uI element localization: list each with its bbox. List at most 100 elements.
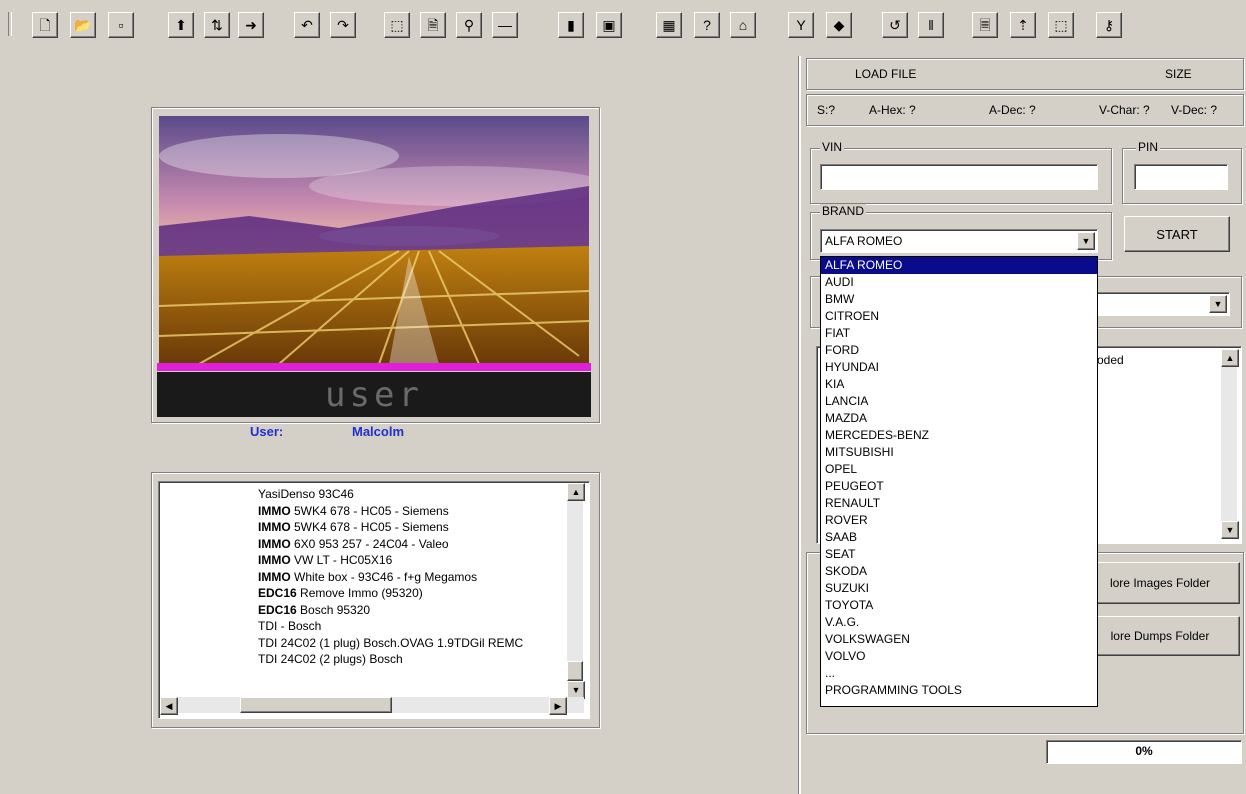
page-button[interactable]: 🗎	[420, 12, 446, 38]
page-icon: 🗎	[427, 17, 439, 33]
disabled-1-button[interactable]: ▫	[108, 12, 134, 38]
marquee-button[interactable]: ⬚	[1048, 12, 1074, 38]
brand-option[interactable]: AUDI	[821, 274, 1097, 291]
list-item[interactable]: YasiDenso 93C46	[258, 486, 564, 503]
brand-option[interactable]: OPEL	[821, 461, 1097, 478]
brand-option[interactable]: ALFA ROMEO	[821, 257, 1097, 274]
transfer-button[interactable]: ⇅	[204, 12, 230, 38]
a-dec-label: A-Dec: ?	[989, 103, 1036, 117]
log-vscrollbar[interactable]: ▲ ▼	[1221, 349, 1239, 539]
chevron-down-icon[interactable]: ▼	[1077, 232, 1095, 250]
list-item[interactable]: IMMO 5WK4 678 - HC05 - Siemens	[258, 503, 564, 520]
export-button[interactable]: ➜	[238, 12, 264, 38]
brand-option[interactable]: ROVER	[821, 512, 1097, 529]
file-list-vscrollbar[interactable]: ▲ ▼	[567, 483, 585, 699]
document-button[interactable]: 🗏	[972, 12, 998, 38]
brand-option[interactable]: SAAB	[821, 529, 1097, 546]
list-item-category: IMMO	[258, 569, 291, 584]
list-item[interactable]: EDC16 Bosch 95320	[258, 602, 564, 619]
hscroll-thumb[interactable]	[240, 697, 392, 713]
brand-option[interactable]: PEUGEOT	[821, 478, 1097, 495]
brand-option[interactable]: VOLVO	[821, 648, 1097, 665]
list-item[interactable]: IMMO 6X0 953 257 - 24C04 - Valeo	[258, 536, 564, 553]
chip-button[interactable]: ▮	[558, 12, 584, 38]
brand-option[interactable]: SEAT	[821, 546, 1097, 563]
explore-images-button[interactable]: lore Images Folder	[1080, 562, 1240, 604]
list-item-text: VW LT - HC05X16	[290, 553, 393, 567]
list-item[interactable]: EDC16 Remove Immo (95320)	[258, 585, 564, 602]
file-list-hscrollbar[interactable]: ◀ ▶	[160, 697, 584, 715]
import-icon: ⬆	[175, 17, 187, 33]
model-select[interactable]: ▼	[1096, 292, 1230, 316]
brand-option[interactable]: FORD	[821, 342, 1097, 359]
scroll-right-icon[interactable]: ▶	[549, 697, 567, 715]
list-item[interactable]: IMMO White box - 93C46 - f+g Megamos	[258, 569, 564, 586]
brand-option[interactable]: LANCIA	[821, 393, 1097, 410]
scroll-up-icon[interactable]: ▲	[567, 483, 585, 501]
brand-option[interactable]: TOYOTA	[821, 597, 1097, 614]
redo-button[interactable]: ↷	[330, 12, 356, 38]
splash-image	[159, 116, 589, 364]
brand-option[interactable]: SUZUKI	[821, 580, 1097, 597]
brand-option[interactable]: CITROEN	[821, 308, 1097, 325]
chevron-down-icon[interactable]: ▼	[1209, 295, 1227, 313]
brand-option[interactable]: ...	[821, 665, 1097, 682]
help-button[interactable]: ?	[694, 12, 720, 38]
brand-option[interactable]: MERCEDES-BENZ	[821, 427, 1097, 444]
document-icon: 🗏	[979, 17, 991, 33]
import-button[interactable]: ⬆	[168, 12, 194, 38]
brand-option[interactable]: PROGRAMMING TOOLS	[821, 682, 1097, 699]
brand-option[interactable]: RENAULT	[821, 495, 1097, 512]
brand-option[interactable]: BMW	[821, 291, 1097, 308]
scroll-down-icon[interactable]: ▼	[1221, 521, 1239, 539]
tools-button[interactable]: Y	[788, 12, 814, 38]
find-button[interactable]: ⚲	[456, 12, 482, 38]
list-item[interactable]: TDI 24C02 (2 plugs) Bosch	[258, 651, 564, 668]
scroll-left-icon[interactable]: ◀	[160, 697, 178, 715]
columns-icon: ‖	[928, 17, 934, 33]
new-file-button[interactable]: 🗋	[32, 12, 58, 38]
brand-option[interactable]: MAZDA	[821, 410, 1097, 427]
minus-button[interactable]: —	[492, 12, 518, 38]
brand-dropdown-list[interactable]: ALFA ROMEO AUDI BMW CITROEN FIAT FORD HYUNDAI K…	[820, 256, 1098, 707]
brand-option[interactable]: V.A.G.	[821, 614, 1097, 631]
key-button[interactable]: ⚷	[1096, 12, 1122, 38]
list-item[interactable]: IMMO 5WK4 678 - HC05 - Siemens	[258, 519, 564, 536]
progress-bar: 0%	[1046, 740, 1242, 764]
brand-option[interactable]: SKODA	[821, 563, 1097, 580]
explore-dumps-button[interactable]: lore Dumps Folder	[1080, 616, 1240, 656]
start-button[interactable]: START	[1124, 216, 1230, 252]
select-button[interactable]: ⬚	[384, 12, 410, 38]
load-file-label[interactable]: LOAD FILE	[855, 67, 916, 81]
vin-input[interactable]	[820, 164, 1098, 190]
columns-button[interactable]: ‖	[918, 12, 944, 38]
chip-dark-button[interactable]: ◆	[826, 12, 852, 38]
list-item[interactable]: TDI - Bosch	[258, 618, 564, 635]
calc-button[interactable]: ▦	[656, 12, 682, 38]
vin-label: VIN	[820, 140, 845, 154]
brand-option[interactable]: HYUNDAI	[821, 359, 1097, 376]
brand-option[interactable]: FIAT	[821, 325, 1097, 342]
list-item-text: 5WK4 678 - HC05 - Siemens	[290, 503, 449, 518]
undo-button[interactable]: ↶	[294, 12, 320, 38]
pointer-button[interactable]: ⇡	[1010, 12, 1036, 38]
open-folder-button[interactable]: 📂	[70, 12, 96, 38]
pane-splitter[interactable]	[798, 56, 801, 794]
list-item-text: TDI 24C02 (2 plugs) Bosch	[258, 652, 403, 666]
scroll-thumb[interactable]	[567, 661, 583, 681]
brand-option[interactable]: KIA	[821, 376, 1097, 393]
brand-option[interactable]: VOLKSWAGEN	[821, 631, 1097, 648]
select-icon: ⬚	[390, 17, 404, 33]
brand-option[interactable]: MITSUBISHI	[821, 444, 1097, 461]
window-button[interactable]: ▣	[596, 12, 622, 38]
user-banner: user	[157, 372, 591, 417]
list-item[interactable]: TDI 24C02 (1 plug) Bosch.OVAG 1.9TDGil R…	[258, 635, 564, 652]
book-button[interactable]: ⌂	[730, 12, 756, 38]
list-item[interactable]: IMMO VW LT - HC05X16	[258, 552, 564, 569]
pointer-icon: ⇡	[1017, 17, 1029, 33]
scroll-up-icon[interactable]: ▲	[1221, 349, 1239, 367]
refresh-button[interactable]: ↺	[882, 12, 908, 38]
pin-input[interactable]	[1134, 164, 1228, 190]
disabled-1-icon: ▫	[118, 17, 124, 33]
brand-select[interactable]: ALFA ROMEO ▼	[820, 229, 1098, 253]
